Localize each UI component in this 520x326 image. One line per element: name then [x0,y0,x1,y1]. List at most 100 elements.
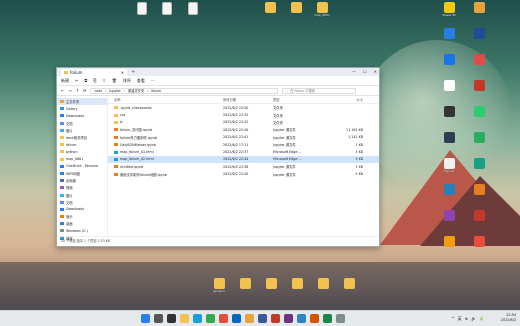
table-row[interactable]: folium_流行图.ipynb 2022/6/2 22:40 Jupyter 源文… [108,126,379,133]
command-button[interactable]: 查看 [137,78,145,84]
tray-icon[interactable]: 英 [458,316,462,322]
desktop-icon[interactable] [436,80,462,92]
close-tab-icon[interactable]: ✕ [121,70,124,75]
desktop-icon[interactable]: Typora [436,158,462,174]
table-row[interactable]: js 2022/6/2 22:32 文件夹 [108,119,379,126]
file-explorer-icon[interactable] [180,314,189,323]
desktop-icon[interactable] [466,28,492,40]
desktop-icon[interactable] [257,2,283,14]
sidebar-item[interactable]: Downloads [57,206,107,213]
desktop-icon[interactable] [258,278,284,290]
sidebar-item[interactable]: 此电脑 [57,177,107,184]
minimize-button[interactable]: — [352,69,356,74]
app5-icon[interactable] [271,314,280,323]
windows-start-icon[interactable] [141,314,150,323]
sidebar-item[interactable]: OneDrive - Persona [57,163,107,170]
command-button[interactable]: ⎘ [93,78,96,83]
maximize-button[interactable]: ☐ [363,69,367,74]
close-button[interactable]: ✕ [374,69,377,74]
tray-icon[interactable]: ^ [451,316,454,322]
app10-icon[interactable] [336,314,345,323]
clock[interactable]: 22:54 2022/6/2 [501,313,516,322]
command-button[interactable]: 🗑 [112,78,117,83]
table-row[interactable]: map_folium_02.html 2022/6/2 22:44 Microsof… [108,155,379,164]
desktop-icon[interactable] [466,54,492,66]
sidebar-item[interactable]: folium [57,141,107,148]
desktop-icon[interactable] [310,278,336,290]
table-row[interactable]: Untitled.ipynb 2022/6/2 22:38 Jupyter 源文件 1… [108,163,379,170]
table-row[interactable]: GeoJSONMarker.ipynb 2022/6/2 17:11 Jupyter… [108,141,379,148]
table-row[interactable]: 使用文件制作folium地图.ipynb 2022/6/2 22:40 Jupyte… [108,171,379,178]
search-input[interactable]: ⌕ 在 folium 中搜索 [282,87,357,94]
command-button[interactable]: ✂ [75,78,78,83]
edge-icon[interactable] [193,314,202,323]
desktop-icon[interactable] [466,236,492,248]
desktop-icon[interactable] [466,2,492,14]
desktop-icon[interactable] [283,2,309,14]
breadcrumb-item[interactable]: folium [151,89,161,93]
command-button[interactable]: ⇪ [102,78,105,83]
sidebar-item[interactable]: 音乐 [57,213,107,220]
table-row[interactable]: .ipynb_checkpoints 2022/6/2 22:50 文件夹 [108,104,379,111]
app4-icon[interactable] [258,314,267,323]
column-date[interactable]: 修改日期 [223,97,273,102]
back-button[interactable]: ← [61,88,64,93]
breadcrumb-item[interactable]: Jupyter [109,89,120,93]
sidebar-item[interactable]: Gallery [57,105,107,112]
desktop-icon[interactable] [466,210,492,222]
sidebar-item[interactable]: 视频 [57,184,107,191]
column-name[interactable]: 名称 [108,97,223,102]
table-row[interactable]: map_folium_01.html 2022/6/2 22:37 Microsof… [108,148,379,155]
desktop-icon[interactable] [336,278,362,290]
desktop-icon[interactable] [436,184,462,196]
app8-icon[interactable] [310,314,319,323]
desktop-icon[interactable] [466,132,492,144]
desktop-icon[interactable] [436,236,462,248]
desktop-icon[interactable] [466,158,492,170]
breadcrumb[interactable]: code › Jupyter › 新建文件夹 › folium [90,87,279,94]
command-button[interactable]: 新建 [61,78,69,84]
tray-icon[interactable]: 🔋 [479,316,484,322]
desktop-icon[interactable]: map_0601 [309,2,335,18]
breadcrumb-item[interactable]: 新建文件夹 [128,88,144,93]
desktop-icon[interactable] [436,132,462,144]
table-row[interactable]: css 2022/6/2 22:32 文件夹 [108,111,379,118]
sidebar-item[interactable]: dash相关项目 [57,134,107,141]
breadcrumb-item[interactable]: code [94,89,102,93]
desktop-icon[interactable] [466,184,492,196]
app-icon[interactable] [219,314,228,323]
desktop-icon[interactable]: Power BI [436,2,462,18]
desktop-icon[interactable] [180,2,206,16]
app2-icon[interactable] [232,314,241,323]
desktop-icon[interactable] [436,210,462,222]
sidebar-item[interactable]: Windows (C:) [57,227,107,234]
sidebar-item[interactable]: 文档 [57,199,107,206]
forward-button[interactable]: → [68,88,71,93]
app3-icon[interactable] [245,314,254,323]
table-row[interactable]: folium热力图制作.ipynb 2022/6/2 22:41 Jupyter 源… [108,134,379,141]
sidebar-item[interactable]: Downloads [57,112,107,119]
sidebar-item[interactable]: WPS网盘 [57,170,107,177]
tab-folium[interactable]: folium ✕ [61,69,127,76]
app9-icon[interactable] [323,314,332,323]
sidebar-item[interactable]: map_0601 [57,156,107,163]
search-icon[interactable] [154,314,163,323]
column-type[interactable]: 类型 [273,97,323,102]
command-button[interactable]: ⧉ [84,78,87,83]
desktop-icon[interactable] [154,2,180,16]
app7-icon[interactable] [297,314,306,323]
up-button[interactable]: ↑ [76,88,79,93]
command-button[interactable]: ··· [151,78,155,83]
desktop-icon[interactable] [466,106,492,118]
app6-icon[interactable] [284,314,293,323]
desktop-icon[interactable] [466,80,492,92]
column-size[interactable]: 大小 [323,97,363,102]
sidebar-item[interactable]: 桌面 [57,220,107,227]
sidebar-item[interactable]: 文档 [57,120,107,127]
sidebar-item[interactable]: 主文件夹 [57,98,107,106]
sidebar-item[interactable]: 图片 [57,127,107,134]
desktop-icon[interactable] [436,54,462,66]
chrome-icon[interactable] [206,314,215,323]
desktop-icon[interactable] [232,278,258,290]
task-view-icon[interactable] [167,314,176,323]
